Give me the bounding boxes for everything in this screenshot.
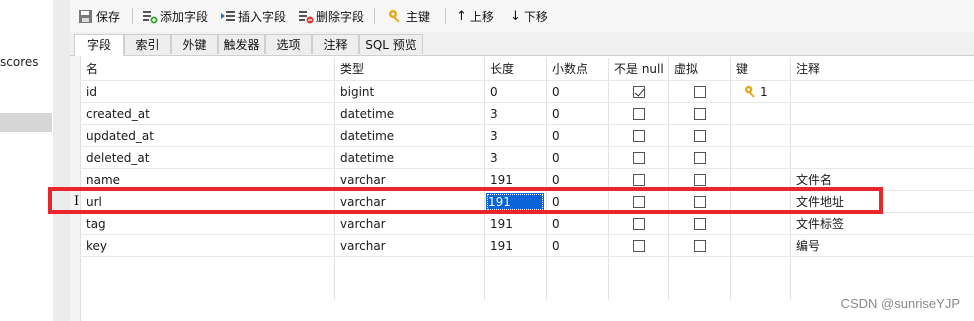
toolbar-divider xyxy=(132,8,133,24)
column-header-not-null[interactable]: 不是 null xyxy=(608,58,668,80)
save-label: 保存 xyxy=(96,9,121,24)
add-field-label: 添加字段 xyxy=(160,9,209,24)
column-header-virtual[interactable]: 虚拟 xyxy=(668,58,730,80)
tab-foreign-keys[interactable]: 外键 xyxy=(171,34,218,54)
delete-field-icon xyxy=(298,9,314,24)
column-divider xyxy=(668,58,669,300)
field-name-cell[interactable]: tag xyxy=(80,213,334,235)
column-header-name[interactable]: 名 xyxy=(80,58,334,80)
column-header-length[interactable]: 长度 xyxy=(484,58,546,80)
field-type-cell[interactable]: datetime xyxy=(334,103,484,125)
sidebar-item-label[interactable]: scores xyxy=(0,55,39,69)
add-field-button[interactable]: 添加字段 xyxy=(142,6,208,26)
field-length-cell[interactable]: 3 xyxy=(484,147,546,169)
column-header-comment[interactable]: 注释 xyxy=(790,58,974,80)
tab-options[interactable]: 选项 xyxy=(265,34,312,54)
move-up-button[interactable]: ↑ 上移 xyxy=(456,6,494,26)
field-type-cell[interactable]: datetime xyxy=(334,125,484,147)
virtual-checkbox[interactable] xyxy=(694,108,706,120)
designer-tabs: 字段 索引 外键 触发器 选项 注释 SQL 预览 xyxy=(70,32,974,56)
arrow-up-icon: ↑ xyxy=(456,8,467,24)
virtual-checkbox[interactable] xyxy=(694,174,706,186)
add-field-icon xyxy=(142,9,158,24)
key-icon xyxy=(388,9,403,24)
field-length-cell[interactable]: 191 xyxy=(484,235,546,257)
key-order: 1 xyxy=(760,85,768,99)
field-length-cell[interactable]: 3 xyxy=(484,103,546,125)
not-null-checkbox[interactable] xyxy=(633,218,645,230)
row-divider xyxy=(80,256,974,257)
insert-field-icon xyxy=(220,9,235,24)
column-header-type[interactable]: 类型 xyxy=(334,58,484,80)
field-type-cell[interactable]: varchar xyxy=(334,213,484,235)
virtual-checkbox[interactable] xyxy=(694,86,706,98)
save-icon xyxy=(78,9,93,24)
field-comment-cell[interactable] xyxy=(790,81,974,103)
arrow-down-icon: ↓ xyxy=(510,8,521,24)
insert-field-label: 插入字段 xyxy=(238,9,287,24)
move-down-button[interactable]: ↓ 下移 xyxy=(510,6,548,26)
column-divider xyxy=(608,58,609,300)
field-length-cell[interactable]: 0 xyxy=(484,81,546,103)
field-decimals-cell[interactable]: 0 xyxy=(546,147,608,169)
field-name-cell[interactable]: deleted_at xyxy=(80,147,334,169)
field-name-cell[interactable]: key xyxy=(80,235,334,257)
virtual-checkbox[interactable] xyxy=(694,218,706,230)
virtual-checkbox[interactable] xyxy=(694,152,706,164)
field-decimals-cell[interactable]: 0 xyxy=(546,213,608,235)
field-decimals-cell[interactable]: 0 xyxy=(546,81,608,103)
field-comment-cell[interactable] xyxy=(790,125,974,147)
field-length-cell[interactable]: 3 xyxy=(484,125,546,147)
field-name-cell[interactable]: created_at xyxy=(80,103,334,125)
toolbar-divider xyxy=(374,8,375,24)
toolbar-divider xyxy=(445,8,446,24)
field-comment-cell[interactable]: 编号 xyxy=(790,235,974,257)
not-null-checkbox[interactable] xyxy=(633,240,645,252)
tab-comments[interactable]: 注释 xyxy=(312,34,359,54)
field-type-cell[interactable]: bigint xyxy=(334,81,484,103)
primary-key-label: 主键 xyxy=(406,9,431,24)
field-type-cell[interactable]: varchar xyxy=(334,235,484,257)
field-type-cell[interactable]: datetime xyxy=(334,147,484,169)
not-null-checkbox[interactable] xyxy=(633,152,645,164)
sidebar-splitter[interactable] xyxy=(53,0,70,321)
red-highlight-box xyxy=(48,187,883,214)
toolbar: 保存 添加字段 插入字段 删除字段 主键 ↑ 上移 ↓ 下移 xyxy=(70,0,974,32)
field-comment-cell[interactable] xyxy=(790,147,974,169)
delete-field-button[interactable]: 删除字段 xyxy=(298,6,364,26)
save-button[interactable]: 保存 xyxy=(78,6,120,26)
watermark: CSDN @sunriseYJP xyxy=(840,296,960,311)
field-name-cell[interactable]: id xyxy=(80,81,334,103)
insert-field-button[interactable]: 插入字段 xyxy=(220,6,286,26)
key-icon xyxy=(744,85,758,102)
column-divider xyxy=(730,58,731,300)
tab-sql-preview[interactable]: SQL 预览 xyxy=(359,34,423,54)
move-down-label: 下移 xyxy=(523,9,548,24)
virtual-checkbox[interactable] xyxy=(694,130,706,142)
not-null-checkbox[interactable] xyxy=(633,174,645,186)
not-null-checkbox[interactable] xyxy=(633,108,645,120)
delete-field-label: 删除字段 xyxy=(316,9,365,24)
field-decimals-cell[interactable]: 0 xyxy=(546,235,608,257)
not-null-checkbox[interactable] xyxy=(633,130,645,142)
text-cursor-icon: I xyxy=(74,194,80,209)
field-decimals-cell[interactable]: 0 xyxy=(546,103,608,125)
field-decimals-cell[interactable]: 0 xyxy=(546,125,608,147)
move-up-label: 上移 xyxy=(469,9,494,24)
primary-key-button[interactable]: 主键 xyxy=(388,6,430,26)
field-comment-cell[interactable]: 文件标签 xyxy=(790,213,974,235)
field-length-cell[interactable]: 191 xyxy=(484,213,546,235)
object-sidebar: scores xyxy=(0,0,53,321)
not-null-checkbox[interactable] xyxy=(633,86,645,98)
column-header-key[interactable]: 键 xyxy=(730,58,790,80)
virtual-checkbox[interactable] xyxy=(694,240,706,252)
column-header-decimals[interactable]: 小数点 xyxy=(546,58,608,80)
tab-triggers[interactable]: 触发器 xyxy=(218,34,265,54)
field-comment-cell[interactable] xyxy=(790,103,974,125)
tab-fields[interactable]: 字段 xyxy=(74,34,124,56)
field-name-cell[interactable]: updated_at xyxy=(80,125,334,147)
tab-indexes[interactable]: 索引 xyxy=(124,34,171,54)
sidebar-selected-item[interactable] xyxy=(0,113,52,132)
